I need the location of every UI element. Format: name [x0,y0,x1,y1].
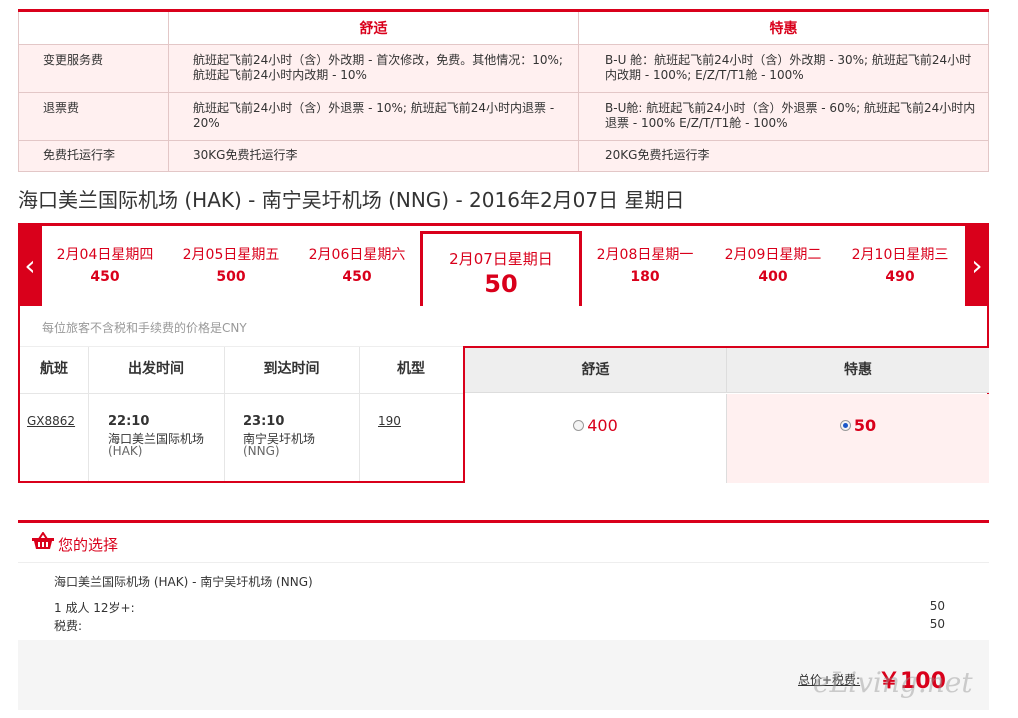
fee-table: 舒适 特惠 变更服务费 航班起飞前24小时（含）外改期 - 首次修改，免费。其他… [18,9,989,172]
chevron-right-icon: › [971,249,983,282]
selection-title: 您的选择 [58,536,119,554]
radio-special-selected[interactable] [839,420,851,431]
header-depart: 出发时间 [88,346,224,394]
selection-body: 海口美兰国际机场 (HAK) - 南宁吴圩机场 (NNG) 1 成人 12岁+:… [18,563,989,640]
arrive-code: (NNG) [243,444,280,458]
fee-label-baggage: 免费托运行李 [18,140,169,172]
fee-header-empty [18,10,169,45]
date-label: 2月06日星期六 [308,247,406,263]
fare-header-special: 特惠 [727,348,989,393]
price-note: 每位旅客不含税和手续费的价格是CNY [42,321,247,335]
date-price: 450 [342,269,372,285]
flight-table: 航班 出发时间 到达时间 机型 GX8862 22:10 海口美兰国际机场 (H… [20,346,989,483]
prev-dates-button[interactable]: ‹ [18,226,42,306]
date-label: 2月04日星期四 [56,247,154,263]
fare-option-comfort[interactable]: 400 [465,394,727,483]
fee-label-change: 变更服务费 [18,44,169,93]
date-tab-0208[interactable]: 2月08日星期一 180 [582,226,708,306]
date-tab-0205[interactable]: 2月05日星期五 500 [168,226,294,306]
date-label: 2月09日星期二 [724,247,822,263]
fare-comfort[interactable]: 400 [573,416,618,435]
passenger-price: 50 [929,599,945,613]
date-tab-0209[interactable]: 2月09日星期二 400 [710,226,836,306]
basket-icon [32,532,54,549]
date-tab-0207-selected[interactable]: 2月07日星期日 50 [420,231,582,309]
watermark: eLiving.net [813,666,973,699]
fare-comfort-price: 400 [587,416,618,435]
fee-header-comfort: 舒适 [168,10,579,45]
date-label: 2月05日星期五 [182,247,280,263]
fee-change-special: B-U 舱：航班起飞前24小时（含）外改期 - 30%; 航班起飞前24小时内改… [578,44,989,93]
date-tab-0206[interactable]: 2月06日星期六 450 [294,226,420,306]
tax-value: 50 [929,617,945,631]
date-price: 450 [90,269,120,285]
date-label: 2月07日星期日 [449,250,553,268]
radio-comfort[interactable] [573,420,585,431]
chevron-left-icon: ‹ [24,249,36,282]
date-price: 490 [885,269,915,285]
date-label: 2月08日星期一 [596,247,694,263]
selection-header: 您的选择 [18,523,989,563]
header-arrive: 到达时间 [224,346,359,394]
flight-results: 每位旅客不含税和手续费的价格是CNY 航班 出发时间 到达时间 机型 GX886… [18,306,989,483]
selection-route: 海口美兰国际机场 (HAK) - 南宁吴圩机场 (NNG) [54,575,313,589]
date-label: 2月10日星期三 [851,247,949,263]
date-carousel: ‹ 2月04日星期四 450 2月05日星期五 500 2月06日星期六 450… [18,223,989,309]
date-tab-0210[interactable]: 2月10日星期三 490 [837,226,963,306]
fee-baggage-special: 20KG免费托运行李 [578,140,989,172]
fare-header-comfort: 舒适 [465,348,727,393]
fare-option-special[interactable]: 50 [727,394,989,483]
fare-special-price: 50 [853,416,877,435]
header-flight: 航班 [20,346,88,394]
fee-refund-special: B-U舱: 航班起飞前24小时（含）外退票 - 60%; 航班起飞前24小时内退… [578,92,989,141]
passenger-label: 1 成人 12岁+: [54,601,135,615]
date-price: 400 [758,269,788,285]
fee-header-special: 特惠 [578,10,989,45]
date-price: 500 [216,269,246,285]
header-aircraft: 机型 [359,346,463,394]
date-tab-0204[interactable]: 2月04日星期四 450 [42,226,168,306]
flight-number-link[interactable]: GX8862 [27,414,75,428]
date-price: 50 [484,270,518,298]
fare-special[interactable]: 50 [839,416,877,435]
date-price: 180 [630,269,660,285]
fee-baggage-comfort: 30KG免费托运行李 [168,140,579,172]
aircraft-link[interactable]: 190 [378,414,401,428]
fee-change-comfort: 航班起飞前24小时（含）外改期 - 首次修改，免费。其他情况：10%; 航班起飞… [168,44,579,93]
fares-box: 舒适 特惠 400 50 [463,346,989,483]
next-dates-button[interactable]: › [965,226,989,306]
depart-code: (HAK) [108,444,143,458]
tax-label: 税费: [54,619,83,633]
depart-time: 22:10 [108,414,150,429]
fee-refund-comfort: 航班起飞前24小时（含）外退票 - 10%; 航班起飞前24小时内退票 - 20… [168,92,579,141]
arrive-time: 23:10 [243,414,285,429]
fee-label-refund: 退票费 [18,92,169,141]
route-title: 海口美兰国际机场 (HAK) - 南宁吴圩机场 (NNG) - 2016年2月0… [18,188,685,212]
